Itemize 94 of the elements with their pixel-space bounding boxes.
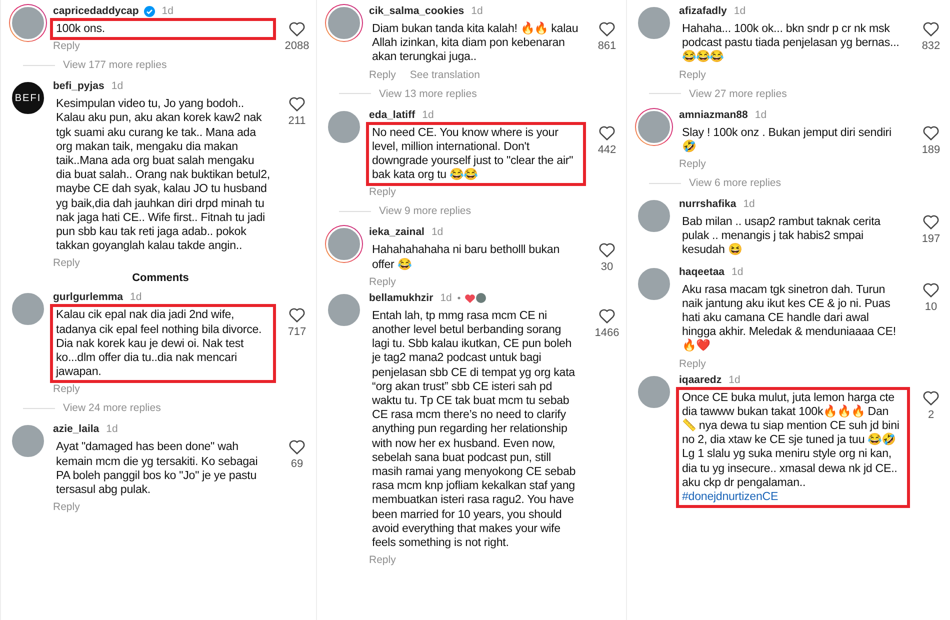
view-replies-link[interactable]: View 13 more replies	[379, 88, 477, 100]
like-count: 2088	[284, 40, 310, 52]
avatar-ring[interactable]: BEFI	[9, 79, 47, 118]
comment-action-link[interactable]: Reply	[369, 276, 396, 288]
username[interactable]: eda_latiff	[369, 108, 416, 121]
comment-action-link[interactable]: Reply	[679, 68, 706, 81]
heart-icon[interactable]	[922, 20, 940, 37]
comment-text: Diam bukan tanda kita kalah! 🔥🔥 kalau Allah izinkan, kita diam pon kebenaran akan terungkai juga..	[371, 20, 580, 66]
heart-icon[interactable]	[922, 213, 940, 230]
username[interactable]: bellamukhzir	[369, 292, 434, 304]
heart-icon[interactable]	[598, 124, 616, 141]
username[interactable]: amniazman88	[679, 108, 748, 121]
comment-action-link[interactable]: Reply	[369, 554, 396, 566]
username[interactable]: haqeetaa	[679, 266, 725, 278]
timestamp: 1d	[743, 198, 755, 210]
timestamp: 1d	[431, 226, 444, 238]
like-count: 442	[598, 144, 616, 156]
avatar-ring[interactable]	[325, 225, 363, 264]
avatar-ring[interactable]	[9, 4, 47, 42]
heart-icon[interactable]	[288, 438, 306, 456]
comment-action-link[interactable]: Reply	[369, 68, 396, 81]
view-replies-link[interactable]: View 24 more replies	[63, 402, 161, 414]
timestamp: 1d	[728, 374, 740, 386]
comment-action-link[interactable]: Reply	[679, 358, 706, 370]
comment-action-link[interactable]: Reply	[53, 40, 80, 52]
like-count: 211	[288, 115, 306, 128]
heart-icon[interactable]	[288, 95, 306, 112]
timestamp: 1d	[130, 291, 142, 304]
avatar-placeholder	[326, 5, 362, 41]
timestamp: 1d	[734, 5, 746, 17]
comment-text: No need CE. You know where is your level, million international. Don't downgrade yourself just to "clear the air" bak kata org tu 😂😂	[366, 122, 586, 186]
avatar-placeholder	[636, 108, 672, 145]
timestamp: 1d	[111, 80, 124, 92]
like-count: 10	[924, 300, 938, 313]
hashtag-link[interactable]: #donejdnurtizenCE	[682, 490, 778, 504]
timestamp: 1d	[440, 292, 452, 304]
comment-text: Aku rasa macam tgk sinetron dah. Turun naik jantung aku ikut kes CE & jo ni. Puas hati aku camana CE handle dari awal hingga akhir. Meledak & menduniaaaa CE!🔥❤	[681, 282, 897, 354]
timestamp: 1d	[471, 5, 483, 17]
comment-action-link[interactable]: Reply	[53, 501, 80, 514]
comment-text: Kesimpulan video tu, Jo yang bodoh.. Kalau aku pun, aku akan korek kaw2 nak tgk suami aku curang ke tak.. Mana ada org makan taik, mengaku dia makan taik..Mana ada org buat salah mengaku dia buat salah.. Orang nak buktikan betul2, maybe CE dah syak, kalau JO tu husband yg baik,dia dah jauhkan diri drpd minah tu nak jaga hati CE.. Wife first.. Fitnah tu jadi pun sbb kau tak reti jaga adab.. pokok takkan goyanglah kalau takde angin..	[55, 96, 271, 254]
username[interactable]: befi_pyjas	[53, 80, 104, 92]
comment-action-link[interactable]: Reply	[53, 257, 80, 270]
heart-icon[interactable]	[598, 306, 616, 324]
comment-text: 100k ons.	[50, 18, 276, 40]
timestamp: 1d	[732, 266, 744, 278]
comment-text: Ayat "damaged has been done" wah kemain mcm die yg tersakiti. Ko sebagai PA boleh panggil bos ko "Jo" je ye pastu tersasul abg pulak.	[55, 439, 259, 498]
username[interactable]: cik_salma_cookies	[369, 5, 464, 17]
username[interactable]: afizafadly	[679, 5, 727, 17]
heart-icon[interactable]	[288, 306, 306, 324]
like-count: 197	[922, 233, 940, 246]
heart-icon[interactable]	[922, 388, 940, 406]
timestamp: 1d	[106, 423, 118, 436]
comment-text: Bab milan .. usap2 rambut taknak cerita pulak .. menangis j tak habis2 smpai kesudah 😆	[681, 214, 882, 258]
heart-icon[interactable]	[598, 20, 616, 37]
comment-text: Hahahahahaha ni baru betholll bukan offer 😂	[371, 242, 560, 273]
like-count: 861	[598, 40, 616, 52]
username[interactable]: ieka_zainal	[369, 226, 424, 238]
comments-heading: Comments	[131, 272, 190, 284]
heart-icon[interactable]	[922, 124, 940, 141]
username[interactable]: gurlgurlemma	[53, 291, 124, 304]
view-replies-link[interactable]: View 27 more replies	[689, 88, 787, 100]
avatar-ring[interactable]	[635, 108, 673, 146]
like-count: 1466	[594, 326, 620, 339]
timestamp: 1d	[754, 108, 767, 121]
comment-text: Once CE buka mulut, juta lemon harga cte dia tawww bukan takat 100k🔥🔥🔥 Dan 📏 nya dewa tu siap mention CE suh jd bini no 2, dia xtaw ke CE sje tuned ja tuu 😂🤣 Lg 1 slalu yg suka meniru style org ni kan, dia tu yg insecure.. xmasal dewa nk jd CE.. aku ckp dr pengalaman.. #donejdnurtizenCE	[676, 386, 910, 508]
heart-icon[interactable]	[922, 280, 940, 298]
like-count: 2	[928, 408, 934, 421]
comment-text: Hahaha... 100k ok... bkn sndr p cr nk msk podcast pastu tiada penjelasan yg bernas... 😂😂😂	[681, 21, 900, 66]
comment-text: Entah lah, tp mmg rasa mcm CE ni another level betul berbanding sorang lagi tu. Sbb kalau ikutkan, CE pun boleh je tag2 mana2 podcast untuk bagi penjelasan sbb CE di tempat yg org kata “org akan trust” sbb CE isteri sah pd waktu tu. Tp CE tak buat mcm tu sebab CE rasa mcm there’s no need to clarify anything pun regarding her relationship with now her ex husband. Even now, sebelah sana buat podcast pun, still masih ramai yang menyokong CE sebab rasa mcm knp jofliam kekalkan staf yang membuatkan isteri rasa ragu2. You have been married for 10 years, you should avoid everything that makes your wife feels something is not right.	[370, 308, 577, 552]
view-replies-link[interactable]: View 177 more replies	[63, 59, 167, 72]
avatar-placeholder	[326, 226, 362, 262]
username[interactable]: azie_laila	[53, 423, 100, 436]
username[interactable]: capricedaddycap	[53, 5, 139, 17]
comment-text: Slay ! 100k onz . Bukan jemput diri sendiri 🤣	[681, 124, 892, 155]
heart-icon[interactable]	[288, 20, 306, 37]
comment-action-link[interactable]: Reply	[679, 158, 706, 170]
like-count: 69	[290, 458, 304, 470]
view-replies-link[interactable]: View 9 more replies	[379, 205, 472, 218]
like-count: 189	[922, 144, 940, 156]
like-count: 832	[922, 40, 940, 52]
comment-action-link[interactable]: Reply	[53, 383, 80, 396]
like-count: 717	[288, 326, 306, 338]
comment-text: Kalau cik epal nak dia jadi 2nd wife, tadanya cik epal feel nothing bila divorce. Dia nak korek kau je dewi oi. Nak test ko...dlm offer dia tu..dia nak mencari jawapan.	[50, 304, 276, 384]
comment-action-link[interactable]: Reply	[369, 186, 396, 198]
username[interactable]: nurrshafika	[679, 198, 736, 210]
username[interactable]: iqaaredz	[679, 374, 722, 386]
avatar-ring[interactable]	[325, 4, 363, 42]
heart-icon[interactable]	[598, 241, 616, 258]
timestamp: 1d	[162, 5, 174, 17]
view-replies-link[interactable]: View 6 more replies	[689, 177, 782, 190]
like-count: 30	[600, 261, 614, 274]
timestamp: 1d	[422, 108, 434, 121]
avatar-placeholder	[10, 5, 46, 41]
comment-action-link[interactable]: See translation	[410, 68, 480, 81]
